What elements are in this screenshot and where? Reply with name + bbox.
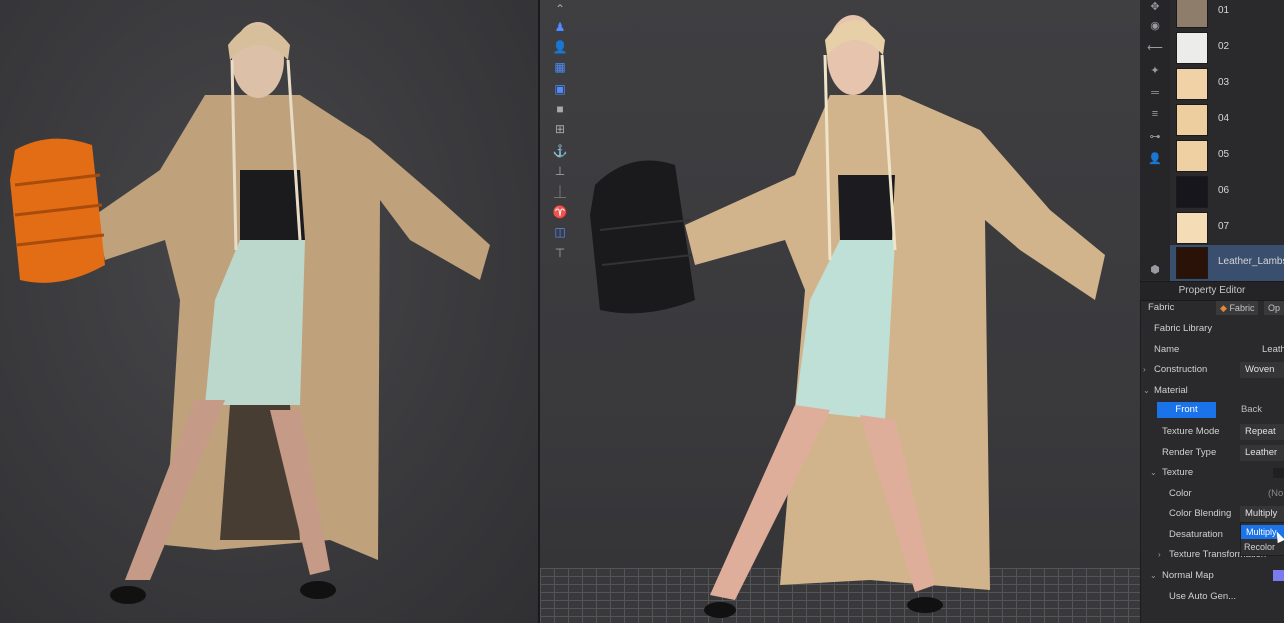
texture-mode-select[interactable]: Repeat xyxy=(1240,424,1284,440)
construction-label: Construction xyxy=(1154,364,1208,375)
grid-icon[interactable]: ⊞ xyxy=(548,120,572,138)
color-row: Color (No xyxy=(1140,484,1284,504)
texture-row[interactable]: ⌄ Texture xyxy=(1140,463,1284,483)
chevron-down-icon[interactable]: ⌄ xyxy=(1143,381,1150,401)
3d-viewport[interactable] xyxy=(540,0,1140,623)
line-icon[interactable]: ═ xyxy=(1147,85,1163,101)
fabric-library-row[interactable]: Fabric Library xyxy=(1140,319,1284,339)
fabric-item-07[interactable]: 07 xyxy=(1170,210,1284,246)
stitch-line-icon[interactable]: ≡ xyxy=(1147,106,1163,122)
construction-select[interactable]: Woven xyxy=(1240,362,1284,378)
back-button[interactable]: Back xyxy=(1219,402,1284,418)
material-row[interactable]: ⌄ Material xyxy=(1140,381,1284,401)
fabric-swatch xyxy=(1176,176,1208,208)
tab-fabric[interactable]: ◆ Fabric xyxy=(1216,301,1259,315)
avatar-list-icon[interactable]: 👤 xyxy=(1147,150,1163,166)
fabric-label: Leather_Lambski xyxy=(1218,256,1284,267)
3d-avatar-model xyxy=(590,15,1105,618)
color-blending-select[interactable]: Multiply xyxy=(1240,506,1284,522)
fabric-item-06[interactable]: 06 xyxy=(1170,174,1284,210)
use-auto-gen-row[interactable]: Use Auto Gen... xyxy=(1140,587,1284,607)
person-icon[interactable]: 👤 xyxy=(548,38,572,56)
fabric-swatch xyxy=(1176,0,1208,28)
fabric-section-label: Fabric xyxy=(1148,302,1175,313)
name-row: Name Leath xyxy=(1140,340,1284,360)
avatar-icon[interactable]: ♟ xyxy=(548,18,572,36)
collapse-icon[interactable]: ⌃ xyxy=(548,0,572,18)
garment-icon[interactable]: ♈ xyxy=(548,203,572,221)
texture-icon[interactable]: ▦ xyxy=(548,58,572,76)
texture-label: Texture xyxy=(1162,467,1194,478)
link-icon[interactable]: ⊶ xyxy=(1147,128,1163,144)
fabric-label: 04 xyxy=(1218,113,1230,124)
fabric-view-icon[interactable]: ▣ xyxy=(548,80,572,98)
front-button[interactable]: Front xyxy=(1157,402,1216,418)
fabric-item-04[interactable]: 04 xyxy=(1170,102,1284,138)
material-label: Material xyxy=(1154,385,1188,396)
stitch-icon[interactable]: ◫ xyxy=(548,223,572,241)
move-icon[interactable]: ✥ xyxy=(1147,0,1163,14)
texture-mode-label: Texture Mode xyxy=(1162,426,1220,437)
render-viewport[interactable] xyxy=(0,0,538,623)
chevron-down-icon[interactable]: ⌄ xyxy=(1150,463,1157,483)
fabric-label: 03 xyxy=(1218,77,1230,88)
ruler-icon[interactable]: ⏊ xyxy=(548,182,572,200)
fabric-label: 06 xyxy=(1218,185,1230,196)
construction-row: › Construction Woven xyxy=(1140,360,1284,380)
name-field[interactable]: Leath xyxy=(1262,340,1284,360)
normal-map-label: Normal Map xyxy=(1162,570,1214,581)
desaturation-label: Desaturation xyxy=(1169,529,1223,540)
texture-mode-row: Texture Mode Repeat xyxy=(1140,422,1284,442)
fabric-swatch xyxy=(1176,212,1208,244)
tab-other[interactable]: Op xyxy=(1264,301,1284,315)
texture-slot[interactable] xyxy=(1273,468,1284,478)
fabric-label: 07 xyxy=(1218,221,1230,232)
render-type-label: Render Type xyxy=(1162,447,1217,458)
fabric-label: 02 xyxy=(1218,41,1230,52)
render-type-row: Render Type Leather xyxy=(1140,443,1284,463)
fabric-item-leather[interactable]: Leather_Lambski xyxy=(1170,245,1284,281)
arrow-icon[interactable]: ⟵ xyxy=(1147,39,1163,55)
fabric-item-02[interactable]: 02 xyxy=(1170,30,1284,66)
fabric-swatch xyxy=(1176,247,1208,279)
light-icon[interactable]: ✦ xyxy=(1147,62,1163,78)
solid-view-icon[interactable]: ■ xyxy=(548,100,572,118)
fabric-swatch xyxy=(1176,68,1208,100)
target-icon[interactable]: ◉ xyxy=(1147,17,1163,33)
color-label: Color xyxy=(1169,488,1192,499)
name-label: Name xyxy=(1154,344,1180,355)
color-blending-label: Color Blending xyxy=(1169,508,1232,519)
object-browser-icons: ✥ ◉ ⟵ ✦ ═ ≡ ⊶ 👤 ⬢ xyxy=(1140,0,1170,280)
cube-icon[interactable]: ⬢ xyxy=(1147,261,1163,277)
rendered-model-image xyxy=(10,22,490,604)
fabric-swatch xyxy=(1176,140,1208,172)
fabric-swatch xyxy=(1176,32,1208,64)
fabric-tab-icon: ◆ xyxy=(1220,303,1227,313)
use-auto-gen-label: Use Auto Gen... xyxy=(1169,591,1237,602)
fabric-label: 01 xyxy=(1218,5,1230,16)
chevron-right-icon[interactable]: › xyxy=(1158,545,1161,565)
fabric-label: 05 xyxy=(1218,149,1230,160)
fabric-item-03[interactable]: 03 xyxy=(1170,66,1284,102)
color-value[interactable]: (No xyxy=(1268,484,1283,504)
chevron-right-icon[interactable]: › xyxy=(1143,360,1146,380)
fabric-library-label: Fabric Library xyxy=(1154,323,1213,334)
viewport-toolbar: ⌃ ♟ 👤 ▦ ▣ ■ ⊞ ⚓ ⊥ ⏊ ♈ ◫ ⊤ xyxy=(548,0,574,262)
normal-map-row[interactable]: ⌄ Normal Map xyxy=(1140,566,1284,586)
fabric-swatch xyxy=(1176,104,1208,136)
fabric-tab-row: Fabric ◆ Fabric Op xyxy=(1140,298,1284,318)
render-type-select[interactable]: Leather xyxy=(1240,445,1284,461)
color-blending-row: Color Blending Multiply xyxy=(1140,504,1284,524)
pin-icon[interactable]: ⚓ xyxy=(548,142,572,160)
chevron-down-icon[interactable]: ⌄ xyxy=(1150,566,1157,586)
shirt-icon[interactable]: ⊤ xyxy=(548,244,572,262)
fabric-item-05[interactable]: 05 xyxy=(1170,138,1284,174)
normal-map-swatch[interactable] xyxy=(1273,570,1284,581)
front-back-toggle: Front Back xyxy=(1157,402,1284,418)
fabric-item-01[interactable]: 01 xyxy=(1170,0,1284,30)
measure-icon[interactable]: ⊥ xyxy=(548,162,572,180)
